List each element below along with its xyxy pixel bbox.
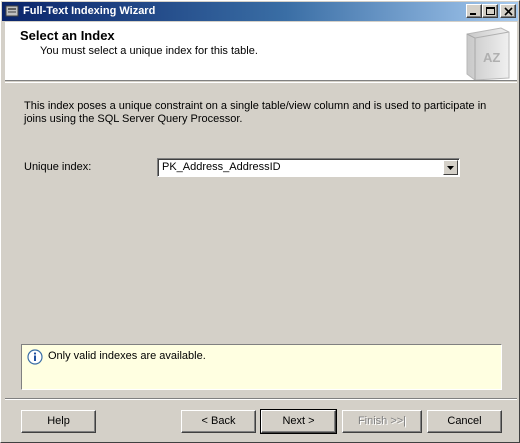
unique-index-select[interactable]: PK_Address_AddressID bbox=[157, 158, 460, 177]
minimize-button[interactable] bbox=[466, 4, 482, 18]
close-icon bbox=[504, 7, 513, 16]
close-button[interactable] bbox=[500, 4, 516, 18]
page-title: Select an Index bbox=[20, 28, 115, 43]
dropdown-button[interactable] bbox=[443, 160, 458, 175]
title-bar[interactable]: Full-Text Indexing Wizard bbox=[2, 2, 518, 21]
info-icon bbox=[27, 349, 43, 365]
next-button-label: Next > bbox=[282, 415, 315, 427]
unique-index-label-text: Unique index: bbox=[24, 161, 92, 173]
index-description: This index poses a unique constraint on … bbox=[24, 100, 487, 125]
next-button[interactable]: Next > bbox=[260, 409, 337, 434]
index-book-icon: AZ bbox=[466, 27, 510, 80]
chevron-down-icon bbox=[447, 166, 454, 170]
unique-index-label: Unique index: bbox=[24, 161, 91, 174]
window-title: Full-Text Indexing Wizard bbox=[23, 5, 156, 17]
wizard-window: Full-Text Indexing Wizard Select an Inde… bbox=[0, 0, 520, 443]
help-button[interactable]: Help bbox=[21, 410, 96, 433]
cancel-button[interactable]: Cancel bbox=[427, 410, 502, 433]
page-subtitle: You must select a unique index for this … bbox=[40, 45, 258, 57]
info-panel: Only valid indexes are available. bbox=[21, 344, 502, 390]
minimize-icon bbox=[470, 13, 476, 15]
maximize-icon bbox=[486, 7, 495, 15]
svg-text:AZ: AZ bbox=[483, 50, 500, 65]
wizard-header: Select an Index You must select a unique… bbox=[5, 22, 517, 81]
back-button-label: < Back bbox=[201, 415, 236, 427]
cancel-button-label: Cancel bbox=[447, 415, 482, 427]
help-button-label: Help bbox=[47, 415, 70, 427]
header-divider bbox=[5, 82, 517, 83]
button-separator bbox=[5, 398, 517, 400]
back-button[interactable]: < Back bbox=[181, 410, 256, 433]
maximize-button[interactable] bbox=[482, 4, 498, 18]
info-text: Only valid indexes are available. bbox=[48, 350, 206, 362]
finish-button-label: Finish >>| bbox=[357, 415, 407, 427]
unique-index-value: PK_Address_AddressID bbox=[162, 161, 281, 173]
finish-button[interactable]: Finish >>| bbox=[342, 410, 422, 433]
app-icon bbox=[5, 5, 19, 17]
